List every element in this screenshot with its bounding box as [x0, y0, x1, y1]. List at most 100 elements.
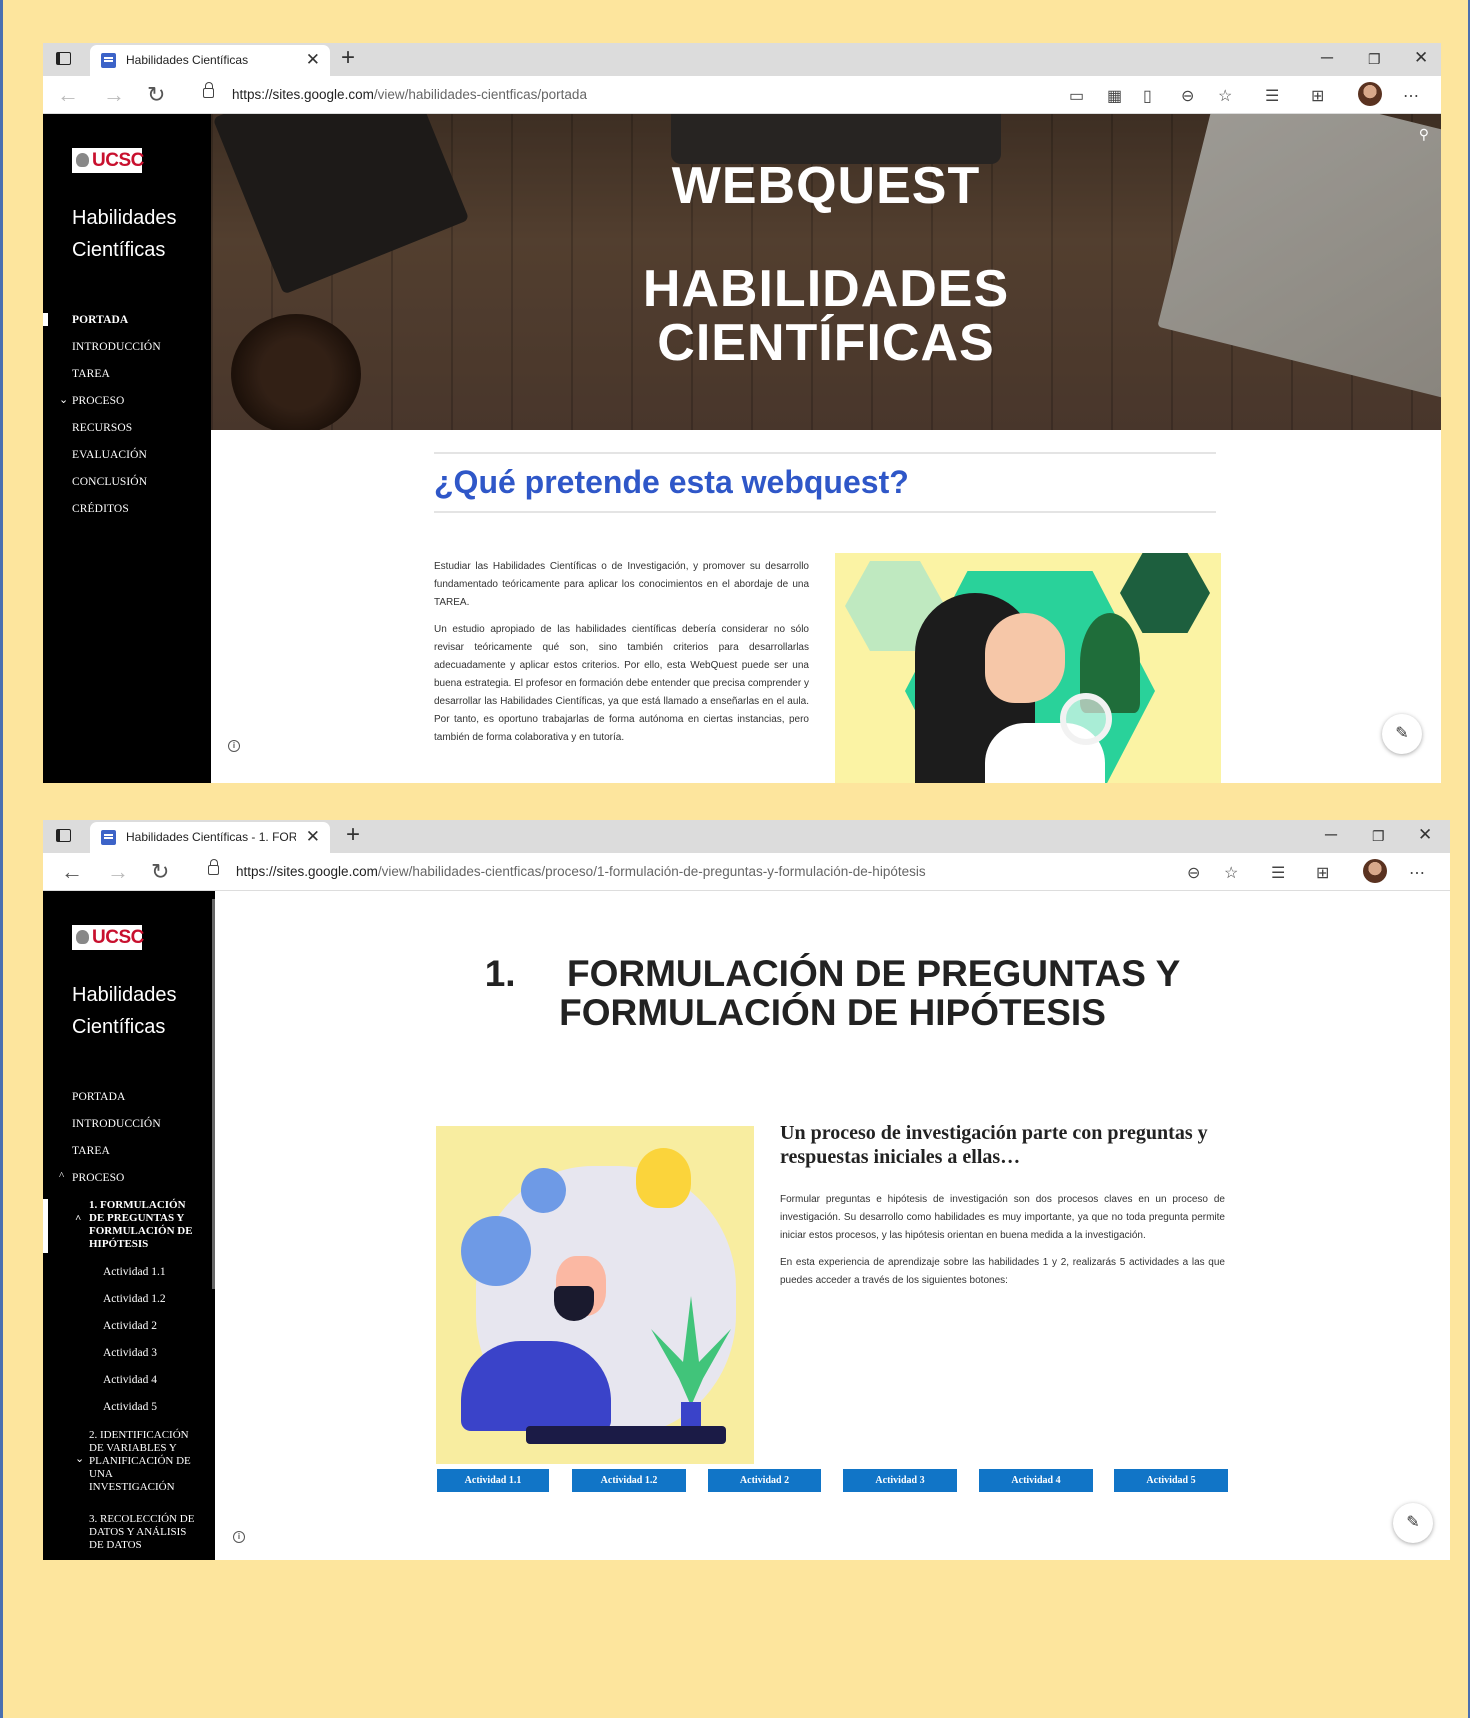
nav-proceso[interactable]: ^ PROCESO — [59, 1170, 124, 1184]
actividad-5-button[interactable]: Actividad 5 — [1114, 1469, 1228, 1492]
minimize-icon[interactable]: ─ — [1321, 48, 1333, 68]
lock-icon[interactable] — [208, 859, 219, 875]
forward-icon[interactable]: → — [107, 859, 129, 885]
profile-avatar[interactable] — [1363, 859, 1387, 883]
collections-icon[interactable]: ⊞ — [1311, 86, 1324, 106]
nav-identificacion[interactable]: ⌄ 2. IDENTIFICACIÓN DE VARIABLES Y PLANIF… — [75, 1429, 199, 1494]
browser-tab[interactable]: Habilidades Científicas ✕ — [90, 45, 330, 76]
nav-introduccion[interactable]: INTRODUCCIÓN — [72, 1118, 161, 1130]
site-sidebar: UCSC Habilidades Científicas PORTADA INT… — [43, 891, 215, 1560]
nav-recoleccion[interactable]: 3. RECOLECCIÓN DE DATOS Y ANÁLISIS DE DA… — [89, 1513, 199, 1552]
nav-tarea[interactable]: TAREA — [72, 1145, 110, 1157]
tab-actions-icon[interactable] — [56, 829, 71, 842]
active-indicator — [43, 313, 48, 326]
actividad-1-2-button[interactable]: Actividad 1.2 — [572, 1469, 686, 1492]
actividad-3-button[interactable]: Actividad 3 — [843, 1469, 957, 1492]
tab-close-icon[interactable]: ✕ — [306, 50, 320, 70]
ucsc-logo[interactable]: UCSC — [72, 148, 144, 173]
info-icon[interactable]: i — [228, 740, 240, 752]
actividad-4-button[interactable]: Actividad 4 — [979, 1469, 1093, 1492]
nav-conclusion[interactable]: CONCLUSIÓN — [72, 476, 147, 488]
process-paragraph-1: Formular preguntas e hipótesis de invest… — [780, 1194, 1225, 1241]
process-text: Formular preguntas e hipótesis de invest… — [780, 1191, 1225, 1290]
add-favorite-icon[interactable]: ☆ — [1218, 86, 1232, 106]
edit-icon[interactable]: ✎ — [1382, 714, 1422, 754]
favorites-icon[interactable]: ☰ — [1271, 863, 1285, 883]
site-page: UCSC Habilidades Científicas PORTADA INT… — [43, 114, 1441, 783]
nav-creditos[interactable]: CRÉDITOS — [72, 503, 129, 515]
sites-favicon-icon — [101, 830, 116, 845]
nav-portada[interactable]: PORTADA — [72, 314, 128, 326]
site-title[interactable]: Habilidades Científicas — [72, 979, 177, 1043]
forward-icon[interactable]: → — [103, 82, 125, 108]
nav-actividad-3[interactable]: Actividad 3 — [103, 1347, 157, 1359]
collections-icon[interactable]: ⊞ — [1316, 863, 1329, 883]
minimize-icon[interactable]: ─ — [1325, 825, 1337, 845]
back-icon[interactable]: ← — [57, 82, 79, 108]
window-close-icon[interactable]: ✕ — [1418, 825, 1432, 845]
edit-icon[interactable]: ✎ — [1393, 1503, 1433, 1543]
new-tab-icon[interactable]: + — [346, 821, 360, 849]
refresh-icon[interactable]: ↻ — [151, 859, 169, 885]
nav-introduccion[interactable]: INTRODUCCIÓN — [72, 341, 161, 353]
nav-recursos[interactable]: RECURSOS — [72, 422, 132, 434]
actividad-1-1-button[interactable]: Actividad 1.1 — [437, 1469, 549, 1492]
gear-small-icon — [521, 1168, 566, 1213]
chevron-down-icon[interactable]: ⌄ — [75, 1453, 84, 1466]
back-icon[interactable]: ← — [61, 859, 83, 885]
header-banner: WEBQUEST HABILIDADES CIENTÍFICAS ⚲ — [211, 114, 1441, 430]
nav-actividad-4[interactable]: Actividad 4 — [103, 1374, 157, 1386]
nav-actividad-1-2[interactable]: Actividad 1.2 — [103, 1293, 166, 1305]
zoom-icon[interactable]: ⊖ — [1187, 863, 1200, 883]
lock-icon[interactable] — [203, 82, 214, 98]
tab-actions-icon[interactable] — [56, 52, 71, 65]
app-available-icon[interactable]: ▭ — [1069, 86, 1084, 106]
nav-portada[interactable]: PORTADA — [72, 1091, 125, 1103]
nav-actividad-2[interactable]: Actividad 2 — [103, 1320, 157, 1332]
profile-avatar[interactable] — [1358, 82, 1382, 106]
banner-subtitle: HABILIDADES CIENTÍFICAS — [642, 260, 1010, 372]
more-icon[interactable]: ⋯ — [1409, 863, 1425, 883]
new-tab-icon[interactable]: + — [341, 44, 355, 72]
browser-tab[interactable]: Habilidades Científicas - 1. FORM ✕ — [90, 822, 330, 853]
browser-window-portada: Habilidades Científicas ✕ + ─ ❐ ✕ ← → ↻ … — [43, 43, 1441, 783]
zoom-icon[interactable]: ⊖ — [1181, 86, 1194, 106]
read-aloud-icon[interactable]: ▯ — [1143, 86, 1152, 106]
nav-formulacion[interactable]: ^ 1. FORMULACIÓN DE PREGUNTAS Y FORMULACI… — [75, 1199, 199, 1251]
tab-title: Habilidades Científicas — [126, 53, 249, 67]
tab-close-icon[interactable]: ✕ — [306, 827, 320, 847]
section-subheading: Un proceso de investigación parte con pr… — [780, 1122, 1208, 1168]
restore-icon[interactable]: ❐ — [1372, 828, 1385, 845]
gear-icon — [461, 1216, 531, 1286]
restore-icon[interactable]: ❐ — [1368, 51, 1381, 68]
url-field[interactable]: https://sites.google.com/view/habilidade… — [236, 864, 926, 879]
chevron-up-icon[interactable]: ^ — [59, 1170, 64, 1182]
search-icon[interactable]: ⚲ — [1419, 126, 1429, 143]
chevron-up-icon[interactable]: ^ — [75, 1213, 81, 1226]
nav-actividad-5[interactable]: Actividad 5 — [103, 1401, 157, 1413]
qr-icon[interactable]: ▦ — [1107, 86, 1122, 106]
url-field[interactable]: https://sites.google.com/view/habilidade… — [232, 87, 587, 102]
ucsc-logo[interactable]: UCSC — [72, 925, 144, 950]
site-title[interactable]: Habilidades Científicas — [72, 202, 177, 266]
tab-bar: Habilidades Científicas ✕ + ─ ❐ ✕ — [43, 43, 1441, 76]
more-icon[interactable]: ⋯ — [1403, 86, 1419, 106]
add-favorite-icon[interactable]: ☆ — [1224, 863, 1238, 883]
chevron-down-icon[interactable]: ⌄ — [59, 393, 68, 406]
section-heading: ¿Qué pretende esta webquest? — [434, 464, 909, 500]
nav-tarea[interactable]: TAREA — [72, 368, 110, 380]
divider-bottom — [434, 511, 1216, 513]
info-icon[interactable]: i — [233, 1531, 245, 1543]
favorites-icon[interactable]: ☰ — [1265, 86, 1279, 106]
plant-pot — [681, 1402, 701, 1428]
scientist-face — [985, 613, 1065, 703]
site-sidebar: UCSC Habilidades Científicas PORTADA INT… — [43, 114, 211, 783]
actividad-2-button[interactable]: Actividad 2 — [708, 1469, 821, 1492]
nav-actividad-1-1[interactable]: Actividad 1.1 — [103, 1266, 166, 1278]
nav-proceso[interactable]: ⌄ PROCESO — [59, 394, 124, 407]
scientist-illustration — [835, 553, 1221, 783]
nav-evaluacion[interactable]: EVALUACIÓN — [72, 449, 147, 461]
active-indicator — [43, 1199, 48, 1253]
refresh-icon[interactable]: ↻ — [147, 82, 165, 108]
window-close-icon[interactable]: ✕ — [1414, 48, 1428, 68]
